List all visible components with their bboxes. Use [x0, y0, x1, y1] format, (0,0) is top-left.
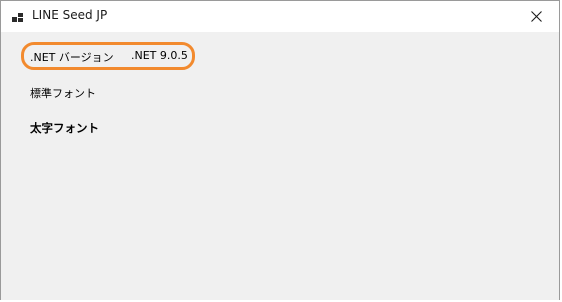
bold-font-label: 太字フォント [30, 121, 99, 135]
normal-font-label: 標準フォント [30, 87, 96, 100]
app-window: LINE Seed JP .NET バージョン .NET 9.0.5 標準フォン… [0, 0, 560, 300]
app-window-icon [12, 10, 24, 22]
version-label: .NET バージョン [30, 51, 114, 64]
close-button[interactable] [513, 1, 559, 32]
window-title: LINE Seed JP [32, 8, 108, 22]
client-area: .NET バージョン .NET 9.0.5 標準フォント 太字フォント [1, 32, 559, 300]
title-bar[interactable]: LINE Seed JP [1, 1, 559, 32]
close-icon [530, 7, 542, 26]
version-value: .NET 9.0.5 [131, 49, 188, 62]
